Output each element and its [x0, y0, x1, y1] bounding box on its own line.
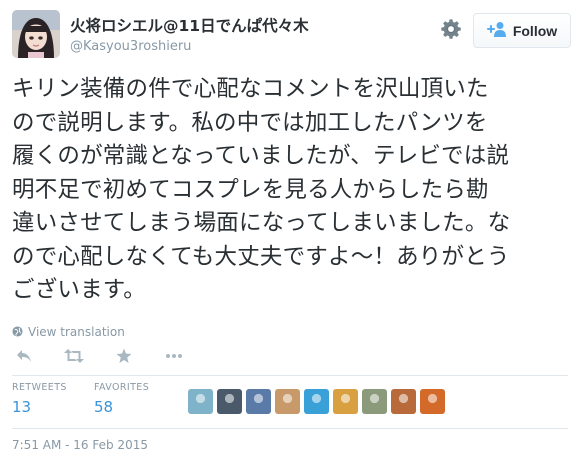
retweets-label: RETWEETS	[12, 382, 67, 393]
tweet-actions	[14, 346, 214, 366]
more-icon[interactable]	[164, 346, 184, 366]
tweet-timestamp[interactable]: 7:51 AM - 16 Feb 2015	[12, 438, 148, 452]
favoriter-avatar[interactable]	[304, 389, 329, 414]
follow-button[interactable]: Follow	[473, 13, 571, 48]
favoriter-avatar[interactable]	[362, 389, 387, 414]
retweets-stat[interactable]: RETWEETS 13	[12, 382, 67, 416]
reply-icon[interactable]	[14, 346, 34, 366]
favoriter-avatar[interactable]	[246, 389, 271, 414]
favoriter-avatar[interactable]	[275, 389, 300, 414]
view-translation-link[interactable]: View translation	[12, 322, 125, 341]
user-name-block: 火将ロシエル@11日でんぱ代々木 @Kasyou3roshieru	[70, 14, 309, 54]
favorites-label: FAVORITES	[94, 382, 150, 393]
favoriter-avatars	[188, 389, 445, 414]
favoriter-avatar[interactable]	[391, 389, 416, 414]
favorite-icon[interactable]	[114, 346, 134, 366]
retweet-icon[interactable]	[64, 346, 84, 366]
favorites-count: 58	[94, 398, 114, 416]
retweets-count: 13	[12, 398, 32, 416]
user-display-name[interactable]: 火将ロシエル@11日でんぱ代々木	[70, 14, 309, 36]
divider-top	[12, 375, 568, 376]
user-handle[interactable]: @Kasyou3roshieru	[70, 39, 309, 54]
follow-person-icon	[486, 21, 507, 41]
user-avatar[interactable]	[12, 10, 60, 58]
favoriter-avatar[interactable]	[217, 389, 242, 414]
favorites-stat[interactable]: FAVORITES 58	[94, 382, 149, 416]
avatar-image	[12, 10, 60, 58]
tweet-text: キリン装備の件で心配なコメントを沢山頂いた ので説明します。私の中では加工したパ…	[12, 76, 511, 303]
follow-button-label: Follow	[512, 22, 558, 39]
view-translation-label: View translation	[28, 324, 125, 339]
divider-bottom	[12, 428, 568, 429]
favoriter-avatar[interactable]	[188, 389, 213, 414]
favoriter-avatar[interactable]	[420, 389, 445, 414]
favoriter-avatar[interactable]	[333, 389, 358, 414]
gear-icon[interactable]	[440, 18, 462, 40]
globe-icon	[12, 322, 23, 341]
